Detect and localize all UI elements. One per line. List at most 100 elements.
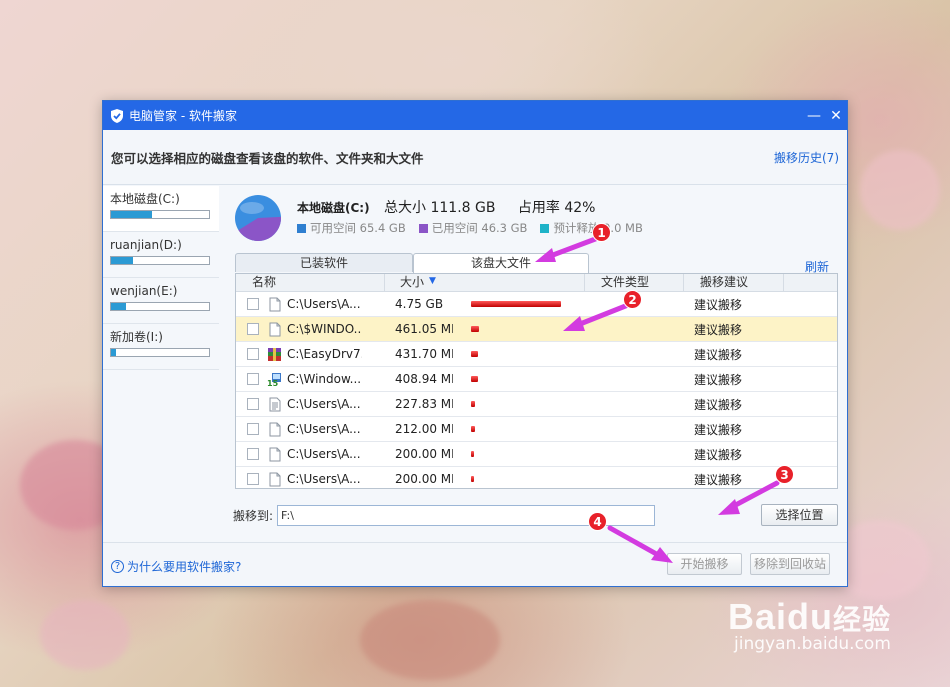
file-name: C:\$WINDO... [287, 322, 362, 336]
size-bar [471, 401, 475, 407]
file-name: C:\Users\A... [287, 447, 361, 461]
file-icon [267, 472, 282, 487]
step-marker-2: 2 [623, 290, 642, 309]
file-name: C:\Window... [287, 372, 362, 386]
help-link-label: 为什么要用软件搬家? [127, 560, 242, 574]
tab-installed-software[interactable]: 已装软件 [235, 253, 413, 272]
file-size: 4.75 GB [395, 297, 444, 311]
disk-usage: 占用率 42% [517, 200, 596, 216]
step-marker-3: 3 [775, 465, 794, 484]
move-suggestion: 建议搬移 [694, 472, 743, 487]
background-blossom [40, 600, 130, 670]
file-name: C:\Users\A... [287, 397, 361, 411]
file-icon [267, 447, 282, 462]
disk-total: 总大小 111.8 GB [384, 200, 496, 216]
move-suggestion: 建议搬移 [694, 347, 743, 362]
table-body: C:\Users\A... 4.75 GB 建议搬移 C:\$WINDO... 461.… [236, 292, 837, 488]
move-suggestion: 建议搬移 [694, 372, 743, 387]
drive-usage-bar [110, 302, 210, 311]
close-button[interactable]: ✕ [825, 101, 847, 130]
row-checkbox[interactable] [247, 323, 259, 335]
table-row[interactable]: C:\Users\A... 4.75 GB 建议搬移 [236, 292, 837, 317]
drive-name: ruanjian(D:) [110, 238, 182, 252]
row-checkbox[interactable] [247, 473, 259, 485]
move-suggestion: 建议搬移 [694, 297, 743, 312]
table-row[interactable]: C:\Users\A... 212.00 MB 建议搬移 [236, 417, 837, 442]
sort-desc-icon: ▼ [429, 276, 436, 286]
table-row[interactable]: C:\EasyDrv7... 431.70 MB 建议搬移 [236, 342, 837, 367]
column-suggestion[interactable]: 搬移建议 [684, 274, 784, 291]
drive-item-c[interactable]: 本地磁盘(C:) [103, 186, 219, 232]
watermark-url: jingyan.baidu.com [734, 634, 891, 654]
svg-text:15: 15 [267, 379, 279, 387]
file-name: C:\Users\A... [287, 297, 361, 311]
drive-name: 本地磁盘(C:) [110, 192, 180, 206]
size-bar [471, 301, 562, 307]
size-bar [471, 426, 475, 432]
file-name: C:\Users\A... [287, 422, 361, 436]
drive-name: wenjian(E:) [110, 284, 178, 298]
drive-item-d[interactable]: ruanjian(D:) [103, 232, 219, 278]
archive-icon [267, 347, 282, 362]
file-name: C:\EasyDrv7... [287, 347, 362, 361]
row-checkbox[interactable] [247, 298, 259, 310]
table-row[interactable]: 15 C:\Window... 408.94 MB 建议搬移 [236, 367, 837, 392]
page-headline: 您可以选择相应的磁盘查看该盘的软件、文件夹和大文件 [111, 150, 424, 166]
file-size: 200.00 MB [395, 472, 453, 486]
column-size[interactable]: 大小 ▼ [385, 274, 585, 291]
used-space: 已用空间 46.3 GB [431, 221, 528, 235]
column-name[interactable]: 名称 [236, 274, 385, 291]
window-title: 电脑管家 - 软件搬家 [129, 109, 237, 123]
large-files-table: 名称 大小 ▼ 文件类型 搬移建议 C:\Users\A... 4.75 GB 建议… [235, 273, 838, 489]
tab-bar: 已装软件 该盘大文件 [235, 253, 835, 273]
question-icon: ? [111, 560, 124, 573]
column-file-type[interactable]: 文件类型 [585, 274, 684, 291]
main-panel: 本地磁盘(C:) 总大小 111.8 GB 占用率 42% 可用空间 65.4 … [220, 186, 849, 526]
background-blossom [360, 600, 500, 680]
drive-sidebar: 本地磁盘(C:) ruanjian(D:) wenjian(E:) 新加卷(I:… [103, 186, 219, 370]
file-size: 431.70 MB [395, 347, 453, 361]
size-bar [471, 326, 479, 332]
move-suggestion: 建议搬移 [694, 447, 743, 462]
table-row[interactable]: C:\$WINDO... 461.05 MB 建议搬移 [236, 317, 837, 342]
start-move-button[interactable]: 开始搬移 [667, 553, 742, 575]
text-file-icon [267, 397, 282, 412]
size-bar [471, 351, 479, 357]
step-marker-1: 1 [592, 223, 611, 242]
drive-usage-bar [110, 348, 210, 357]
file-icon [267, 422, 282, 437]
size-bar [471, 376, 478, 382]
tab-large-files[interactable]: 该盘大文件 [413, 253, 589, 273]
table-row[interactable]: C:\Users\A... 200.00 MB 建议搬移 [236, 467, 837, 488]
free-space: 可用空间 65.4 GB [310, 221, 406, 235]
file-name: C:\Users\A... [287, 472, 361, 486]
move-to-recycle-button[interactable]: 移除到回收站 [750, 553, 830, 575]
move-history-link[interactable]: 搬移历史(7) [774, 149, 839, 166]
row-checkbox[interactable] [247, 398, 259, 410]
background-blossom [860, 150, 940, 230]
drive-item-i[interactable]: 新加卷(I:) [103, 324, 219, 370]
move-to-label: 搬移到: [233, 509, 274, 523]
row-checkbox[interactable] [247, 423, 259, 435]
row-checkbox[interactable] [247, 448, 259, 460]
table-row[interactable]: C:\Users\A... 227.83 MB 建议搬移 [236, 392, 837, 417]
footer: ? 为什么要用软件搬家? 开始搬移 移除到回收站 [103, 542, 847, 586]
row-checkbox[interactable] [247, 348, 259, 360]
row-checkbox[interactable] [247, 373, 259, 385]
table-row[interactable]: C:\Users\A... 200.00 MB 建议搬移 [236, 442, 837, 467]
app-window: 电脑管家 - 软件搬家 — ✕ 您可以选择相应的磁盘查看该盘的软件、文件夹和大文… [102, 100, 848, 587]
table-header: 名称 大小 ▼ 文件类型 搬移建议 [236, 274, 837, 292]
baidu-jingyan-watermark: Baidu经验 jingyan.baidu.com [728, 596, 891, 654]
file-icon [267, 322, 282, 337]
watermark-logo-paw: du [787, 596, 834, 637]
file-size: 227.83 MB [395, 397, 453, 411]
help-link[interactable]: ? 为什么要用软件搬家? [111, 558, 241, 575]
step-marker-4: 4 [588, 512, 607, 531]
disk-label: 本地磁盘(C:) [297, 201, 370, 215]
minimize-button[interactable]: — [803, 101, 825, 130]
size-bar [471, 451, 475, 457]
title-bar: 电脑管家 - 软件搬家 — ✕ [103, 101, 847, 130]
drive-item-e[interactable]: wenjian(E:) [103, 278, 219, 324]
file-size: 461.05 MB [395, 322, 453, 336]
choose-location-button[interactable]: 选择位置 [761, 504, 838, 526]
